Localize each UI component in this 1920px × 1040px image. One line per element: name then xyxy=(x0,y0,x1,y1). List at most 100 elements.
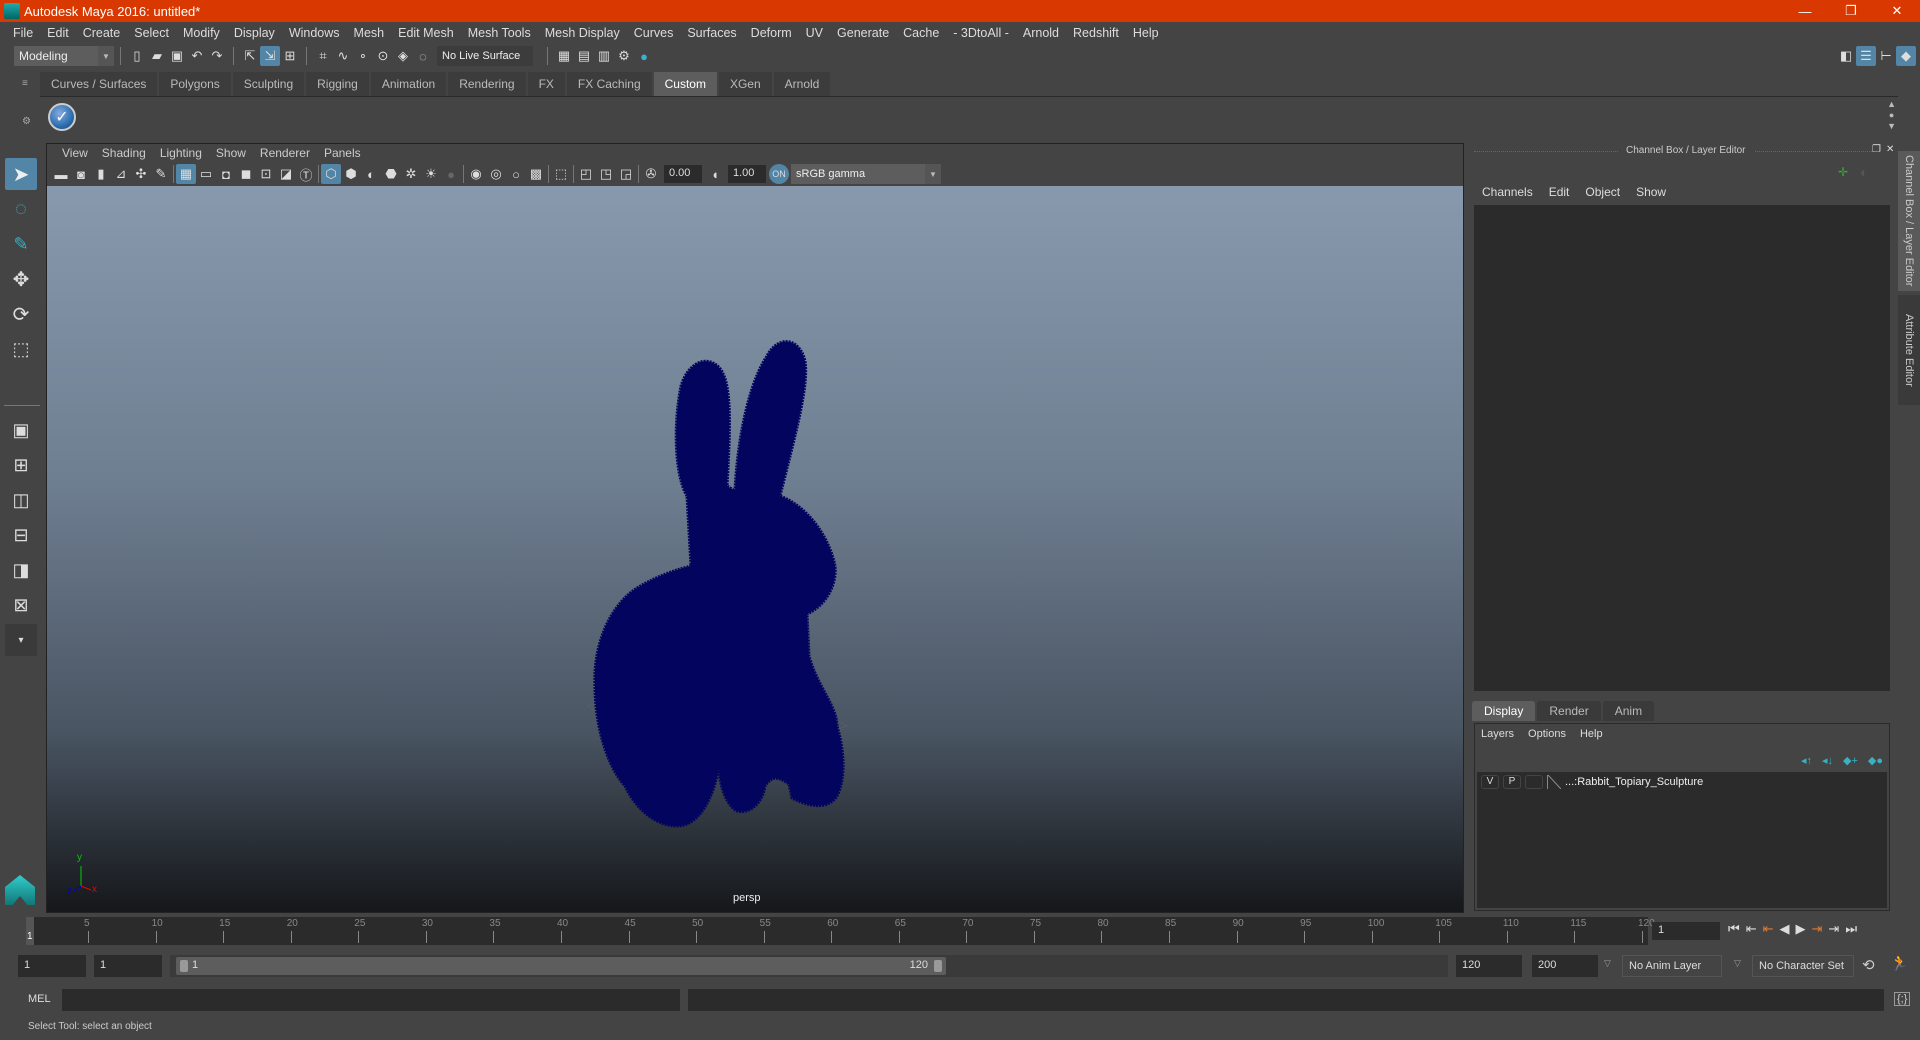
wireframe-on-shaded-icon[interactable]: ◐ xyxy=(361,164,381,184)
safe-action-icon[interactable]: ◪ xyxy=(276,164,296,184)
current-frame-field[interactable]: 1 xyxy=(1652,922,1720,940)
range-slider-bar[interactable]: 1 120 xyxy=(176,957,946,975)
grid-icon[interactable]: ▦ xyxy=(176,164,196,184)
character-set-chevron-icon[interactable]: ▽ xyxy=(1734,958,1741,969)
layer-menu-help[interactable]: Help xyxy=(1580,728,1603,740)
field-chart-icon[interactable]: ⊡ xyxy=(256,164,276,184)
menu-3dtoall[interactable]: - 3DtoAll - xyxy=(946,26,1016,40)
layer-tab-display[interactable]: Display xyxy=(1472,701,1536,721)
color-space-dropdown[interactable]: sRGB gamma ▼ xyxy=(791,164,941,184)
textured-icon[interactable]: ⬣ xyxy=(381,164,401,184)
open-scene-icon[interactable]: ▰ xyxy=(147,46,167,66)
move-tool-icon[interactable]: ✥ xyxy=(5,263,37,295)
shelf-menu-icon[interactable]: ≡ xyxy=(22,78,34,90)
shelf-tab-rigging[interactable]: Rigging xyxy=(306,72,369,96)
exposure-icon[interactable]: ✇ xyxy=(641,164,661,184)
select-camera-icon[interactable]: ▬ xyxy=(51,164,71,184)
end-time-field[interactable]: 200 xyxy=(1532,955,1598,977)
select-hierarchy-icon[interactable]: ⇱ xyxy=(240,46,260,66)
layer-name[interactable]: ...:Rabbit_Topiary_Sculpture xyxy=(1565,776,1703,788)
new-scene-icon[interactable]: ▯ xyxy=(127,46,147,66)
shelf-settings-icon[interactable]: ⚙ xyxy=(22,116,34,128)
motion-blur-icon[interactable]: ◎ xyxy=(486,164,506,184)
viewport-menu-lighting[interactable]: Lighting xyxy=(153,146,209,160)
close-button[interactable]: ✕ xyxy=(1874,0,1920,22)
menu-mesh[interactable]: Mesh xyxy=(347,26,392,40)
move-layer-up-icon[interactable]: ◂↑ xyxy=(1801,754,1812,767)
layer-tab-render[interactable]: Render xyxy=(1537,701,1601,721)
layer-visibility-toggle[interactable]: V xyxy=(1481,775,1499,789)
render-settings-icon[interactable]: ⚙ xyxy=(614,46,634,66)
layer-menu-options[interactable]: Options xyxy=(1528,728,1566,740)
select-component-icon[interactable]: ⊞ xyxy=(280,46,300,66)
snap-grid-icon[interactable]: ⌗ xyxy=(313,46,333,66)
command-language-toggle[interactable]: MEL xyxy=(28,993,51,1005)
image-plane-icon[interactable]: ⊿ xyxy=(111,164,131,184)
render-view-icon[interactable]: ▦ xyxy=(554,46,574,66)
rabbit-topiary-sculpture[interactable] xyxy=(593,340,845,828)
menu-generate[interactable]: Generate xyxy=(830,26,896,40)
bookmark-icon[interactable]: ▮ xyxy=(91,164,111,184)
tab-channel-box[interactable]: Channel Box / Layer Editor xyxy=(1898,151,1920,291)
xray-joints-icon[interactable]: ◳ xyxy=(596,164,616,184)
hypershade-icon[interactable]: ● xyxy=(634,46,654,66)
viewport-menu-panels[interactable]: Panels xyxy=(317,146,368,160)
menu-surfaces[interactable]: Surfaces xyxy=(680,26,743,40)
isolate-select-icon[interactable]: ⬚ xyxy=(551,164,571,184)
scale-tool-icon[interactable]: ⬚ xyxy=(5,333,37,365)
shelf-tab-fx-caching[interactable]: FX Caching xyxy=(566,72,652,96)
shelf-tab-curves-surfaces[interactable]: Curves / Surfaces xyxy=(40,72,158,96)
menu-edit-mesh[interactable]: Edit Mesh xyxy=(391,26,461,40)
menu-redshift[interactable]: Redshift xyxy=(1066,26,1126,40)
persp-outliner-graph-layout-icon[interactable]: ⊠ xyxy=(5,589,37,621)
go-to-end-icon[interactable]: ⏭ xyxy=(1845,921,1857,937)
gamma-field[interactable]: 1.00 xyxy=(728,165,766,183)
menu-deform[interactable]: Deform xyxy=(744,26,799,40)
live-surface-field[interactable]: No Live Surface xyxy=(437,46,533,66)
menu-file[interactable]: File xyxy=(6,26,40,40)
snap-point-icon[interactable]: ∘ xyxy=(353,46,373,66)
shelf-tab-sculpting[interactable]: Sculpting xyxy=(232,72,305,96)
start-time-field[interactable]: 1 xyxy=(18,955,86,977)
viewport-menu-renderer[interactable]: Renderer xyxy=(253,146,317,160)
anim-layer-dropdown[interactable]: No Anim Layer xyxy=(1622,955,1722,977)
move-layer-down-icon[interactable]: ◂↓ xyxy=(1822,754,1833,767)
shelf-tab-xgen[interactable]: XGen xyxy=(718,72,772,96)
modeling-toolkit-icon[interactable]: ◧ xyxy=(1836,46,1856,66)
menu-create[interactable]: Create xyxy=(76,26,128,40)
auto-key-icon[interactable]: ⟲ xyxy=(1862,956,1875,974)
channel-menu-show[interactable]: Show xyxy=(1630,185,1672,199)
maximize-button[interactable]: ❐ xyxy=(1828,0,1874,22)
undo-icon[interactable]: ↶ xyxy=(187,46,207,66)
character-set-dropdown[interactable]: No Character Set xyxy=(1752,955,1854,977)
menu-uv[interactable]: UV xyxy=(799,26,830,40)
channel-menu-object[interactable]: Object xyxy=(1579,185,1626,199)
animation-preferences-icon[interactable]: 🏃 xyxy=(1890,954,1909,972)
film-gate-icon[interactable]: ▭ xyxy=(196,164,216,184)
gamma-icon[interactable]: ◖ xyxy=(705,164,725,184)
shelf-scroll[interactable]: ▲ ● ▼ xyxy=(1887,99,1896,132)
hypershade-persp-layout-icon[interactable]: ◨ xyxy=(5,554,37,586)
range-end-handle[interactable] xyxy=(934,960,942,972)
snap-view-icon[interactable]: ⊙ xyxy=(373,46,393,66)
outliner-persp-layout-icon[interactable]: ◫ xyxy=(5,484,37,516)
menu-edit[interactable]: Edit xyxy=(40,26,76,40)
menu-cache[interactable]: Cache xyxy=(896,26,946,40)
step-forward-key-icon[interactable]: ⇥ xyxy=(1812,921,1823,937)
rotate-tool-icon[interactable]: ⟳ xyxy=(5,298,37,330)
gate-mask-icon[interactable]: ◼ xyxy=(236,164,256,184)
redo-icon[interactable]: ↷ xyxy=(207,46,227,66)
tool-settings-toggle-icon[interactable]: ⊢ xyxy=(1876,46,1896,66)
playback-start-field[interactable]: 1 xyxy=(94,955,162,977)
minimize-button[interactable]: — xyxy=(1782,0,1828,22)
exposure-field[interactable]: 0.00 xyxy=(664,165,702,183)
camera-attributes-icon[interactable]: ◙ xyxy=(71,164,91,184)
shadows-icon[interactable]: ☀ xyxy=(421,164,441,184)
viewport-menu-shading[interactable]: Shading xyxy=(95,146,153,160)
four-view-layout-icon[interactable]: ⊞ xyxy=(5,449,37,481)
shelf-tab-animation[interactable]: Animation xyxy=(370,72,447,96)
script-editor-icon[interactable]: {;} xyxy=(1894,992,1911,1006)
menu-mesh-display[interactable]: Mesh Display xyxy=(538,26,627,40)
menu-modify[interactable]: Modify xyxy=(176,26,227,40)
persp-graph-layout-icon[interactable]: ⊟ xyxy=(5,519,37,551)
